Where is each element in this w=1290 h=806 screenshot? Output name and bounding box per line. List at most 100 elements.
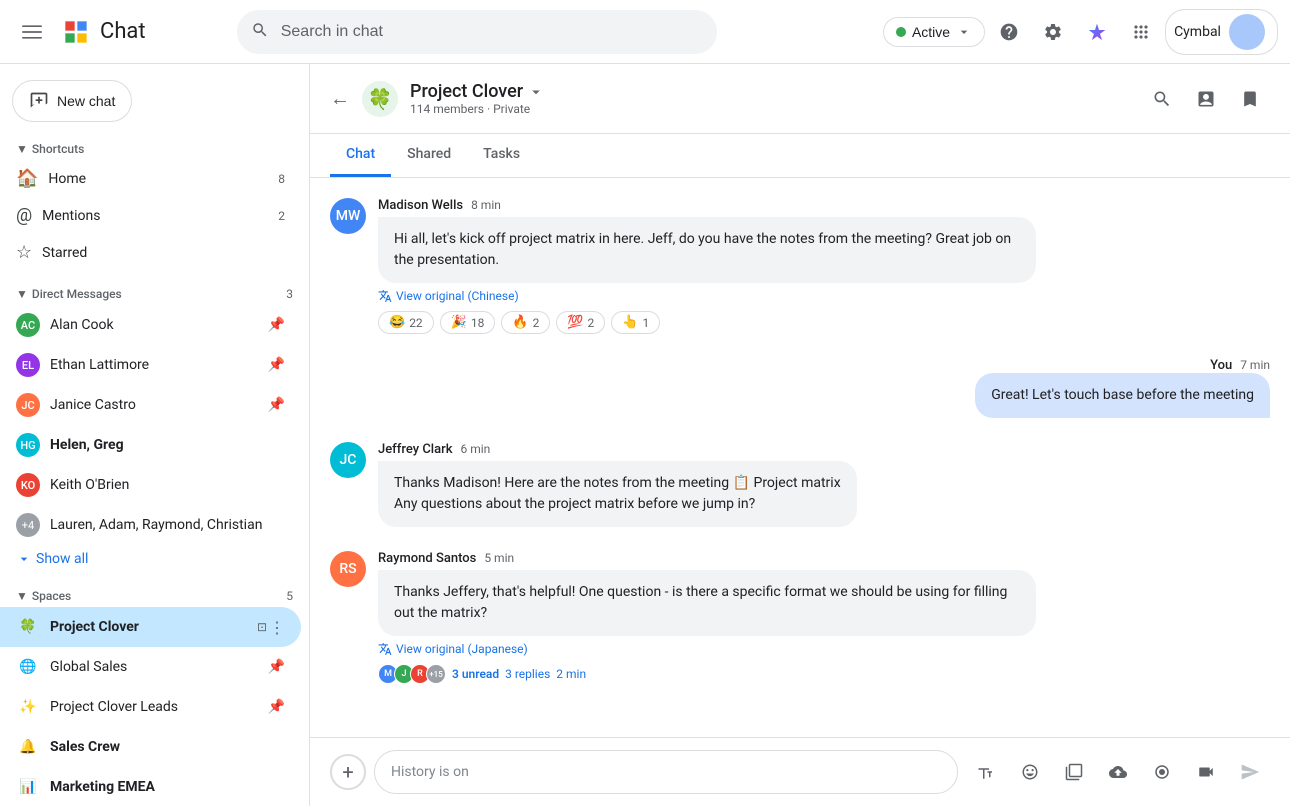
sidebar-item-dm-janice[interactable]: JC Janice Castro 📌	[0, 385, 301, 425]
new-chat-label: New chat	[57, 93, 115, 109]
upload-button[interactable]	[1098, 752, 1138, 792]
laugh-emoji: 😂	[389, 315, 405, 330]
reaction-laugh[interactable]: 😂 22	[378, 311, 434, 334]
sidebar-item-dm-ethan[interactable]: EL Ethan Lattimore 📌	[0, 345, 301, 385]
emoji-button[interactable]	[1010, 752, 1050, 792]
sidebar-item-dm-helen[interactable]: HG Helen, Greg	[0, 425, 301, 465]
top-bar: Chat Active Cymbal	[0, 0, 1290, 64]
search-icon	[251, 21, 269, 43]
jeffrey-time: 6 min	[461, 442, 491, 456]
raymond-body: Raymond Santos 5 min Thanks Jeffery, tha…	[378, 551, 1036, 684]
message-input[interactable]: History is on	[374, 750, 958, 794]
add-button[interactable]: +	[330, 754, 366, 790]
madison-translate[interactable]: View original (Chinese)	[378, 289, 1036, 303]
message-madison: MW Madison Wells 8 min Hi all, let's kic…	[330, 198, 1270, 334]
sidebar-item-mentions[interactable]: @ Mentions 2	[0, 197, 301, 234]
reaction-point[interactable]: 👆 1	[611, 311, 660, 334]
apps-grid-button[interactable]	[1121, 12, 1161, 52]
help-button[interactable]	[989, 12, 1029, 52]
sidebar-item-clover-leads[interactable]: ✨ Project Clover Leads 📌	[0, 687, 301, 727]
self-name: You	[1210, 358, 1232, 373]
sidebar-item-dm-lauren[interactable]: +4 Lauren, Adam, Raymond, Christian	[0, 505, 301, 545]
raymond-header: Raymond Santos 5 min	[378, 551, 1036, 566]
party-count: 18	[471, 316, 485, 330]
main-chat: ← 🍀 Project Clover 114 members · Private…	[310, 64, 1290, 806]
sidebar-item-dm-keith[interactable]: KO Keith O'Brien	[0, 465, 301, 505]
marketing-icon: 📊	[16, 775, 40, 799]
ethan-avatar: EL	[16, 353, 40, 377]
settings-button[interactable]	[1033, 12, 1073, 52]
ethan-pin: 📌	[268, 357, 285, 373]
video-button[interactable]	[1186, 752, 1226, 792]
chat-space-icon: 🍀	[362, 81, 398, 117]
dm-show-all[interactable]: Show all	[0, 545, 309, 573]
point-count: 1	[642, 316, 649, 330]
lauren-label: Lauren, Adam, Raymond, Christian	[50, 517, 285, 533]
reaction-fire[interactable]: 🔥 2	[501, 311, 550, 334]
marketing-label: Marketing EMEA	[50, 779, 285, 795]
message-raymond: RS Raymond Santos 5 min Thanks Jeffery, …	[330, 551, 1270, 684]
thread-av-more: +15	[426, 664, 446, 684]
app-logo: Chat	[60, 16, 146, 48]
chat-search-button[interactable]	[1142, 79, 1182, 119]
spaces-label: Spaces	[32, 589, 282, 603]
chat-header-info: Project Clover 114 members · Private	[410, 81, 1130, 116]
helen-label: Helen, Greg	[50, 437, 285, 453]
search-input[interactable]	[237, 10, 717, 54]
chat-tabs: Chat Shared Tasks	[310, 134, 1290, 178]
project-clover-actions: ⊡ ⋮	[257, 618, 285, 637]
dm-chevron: ▼	[16, 287, 28, 301]
record-button[interactable]	[1142, 752, 1182, 792]
video-call-button[interactable]	[1186, 79, 1226, 119]
tasks-button[interactable]	[1230, 79, 1270, 119]
100-count: 2	[588, 316, 595, 330]
sidebar-item-global-sales[interactable]: 🌐 Global Sales 📌	[0, 647, 301, 687]
active-status-button[interactable]: Active	[883, 17, 985, 47]
tab-chat[interactable]: Chat	[330, 134, 391, 177]
project-clover-label: Project Clover	[50, 619, 247, 635]
raymond-time: 5 min	[484, 551, 514, 565]
more-icon[interactable]: ⋮	[269, 618, 285, 637]
sidebar-item-home[interactable]: 🏠 Home 8	[0, 160, 301, 197]
menu-button[interactable]	[12, 12, 52, 52]
new-chat-button[interactable]: New chat	[12, 80, 132, 122]
self-header: You 7 min	[1210, 358, 1270, 373]
send-button[interactable]	[1230, 752, 1270, 792]
mentions-icon: @	[16, 205, 32, 226]
reaction-party[interactable]: 🎉 18	[440, 311, 496, 334]
raymond-translate[interactable]: View original (Japanese)	[378, 642, 1036, 656]
video-icon-sm[interactable]: ⊡	[257, 620, 267, 634]
sidebar-item-marketing[interactable]: 📊 Marketing EMEA	[0, 767, 301, 806]
fire-emoji: 🔥	[512, 315, 528, 330]
raymond-thread[interactable]: M J R +15 3 unread 3 replies 2 min	[378, 664, 1036, 684]
dm-show-all-label: Show all	[36, 551, 88, 567]
back-button[interactable]: ←	[330, 86, 350, 111]
dm-label: Direct Messages	[32, 287, 282, 301]
gemini-button[interactable]	[1077, 12, 1117, 52]
brand-area[interactable]: Cymbal	[1165, 9, 1278, 55]
shortcuts-section[interactable]: ▼ Shortcuts	[0, 134, 309, 160]
sidebar-item-project-clover[interactable]: 🍀 Project Clover ⊡ ⋮	[0, 607, 301, 647]
madison-time: 8 min	[471, 198, 501, 212]
party-emoji: 🎉	[451, 315, 467, 330]
dm-section[interactable]: ▼ Direct Messages 3	[0, 279, 309, 305]
jeffrey-header: Jeffrey Clark 6 min	[378, 442, 857, 457]
sidebar-item-starred[interactable]: ☆ Starred	[0, 234, 301, 271]
tab-tasks[interactable]: Tasks	[467, 134, 536, 177]
attachment-button[interactable]	[1054, 752, 1094, 792]
mentions-label: Mentions	[42, 208, 268, 224]
message-self: You 7 min Great! Let's touch base before…	[330, 358, 1270, 418]
user-avatar[interactable]	[1229, 14, 1265, 50]
spaces-section[interactable]: ▼ Spaces 5	[0, 581, 309, 607]
jeffrey-body: Jeffrey Clark 6 min Thanks Madison! Here…	[378, 442, 857, 527]
reaction-100[interactable]: 💯 2	[556, 311, 605, 334]
messages-area: MW Madison Wells 8 min Hi all, let's kic…	[310, 178, 1290, 737]
janice-avatar: JC	[16, 393, 40, 417]
tab-shared[interactable]: Shared	[391, 134, 467, 177]
sidebar-item-sales-crew[interactable]: 🔔 Sales Crew	[0, 727, 301, 767]
unread-label: 3 unread	[452, 667, 499, 681]
format-text-button[interactable]	[966, 752, 1006, 792]
sidebar-item-dm-alan[interactable]: AC Alan Cook 📌	[0, 305, 301, 345]
laugh-count: 22	[409, 316, 423, 330]
chat-title[interactable]: Project Clover	[410, 81, 1130, 102]
